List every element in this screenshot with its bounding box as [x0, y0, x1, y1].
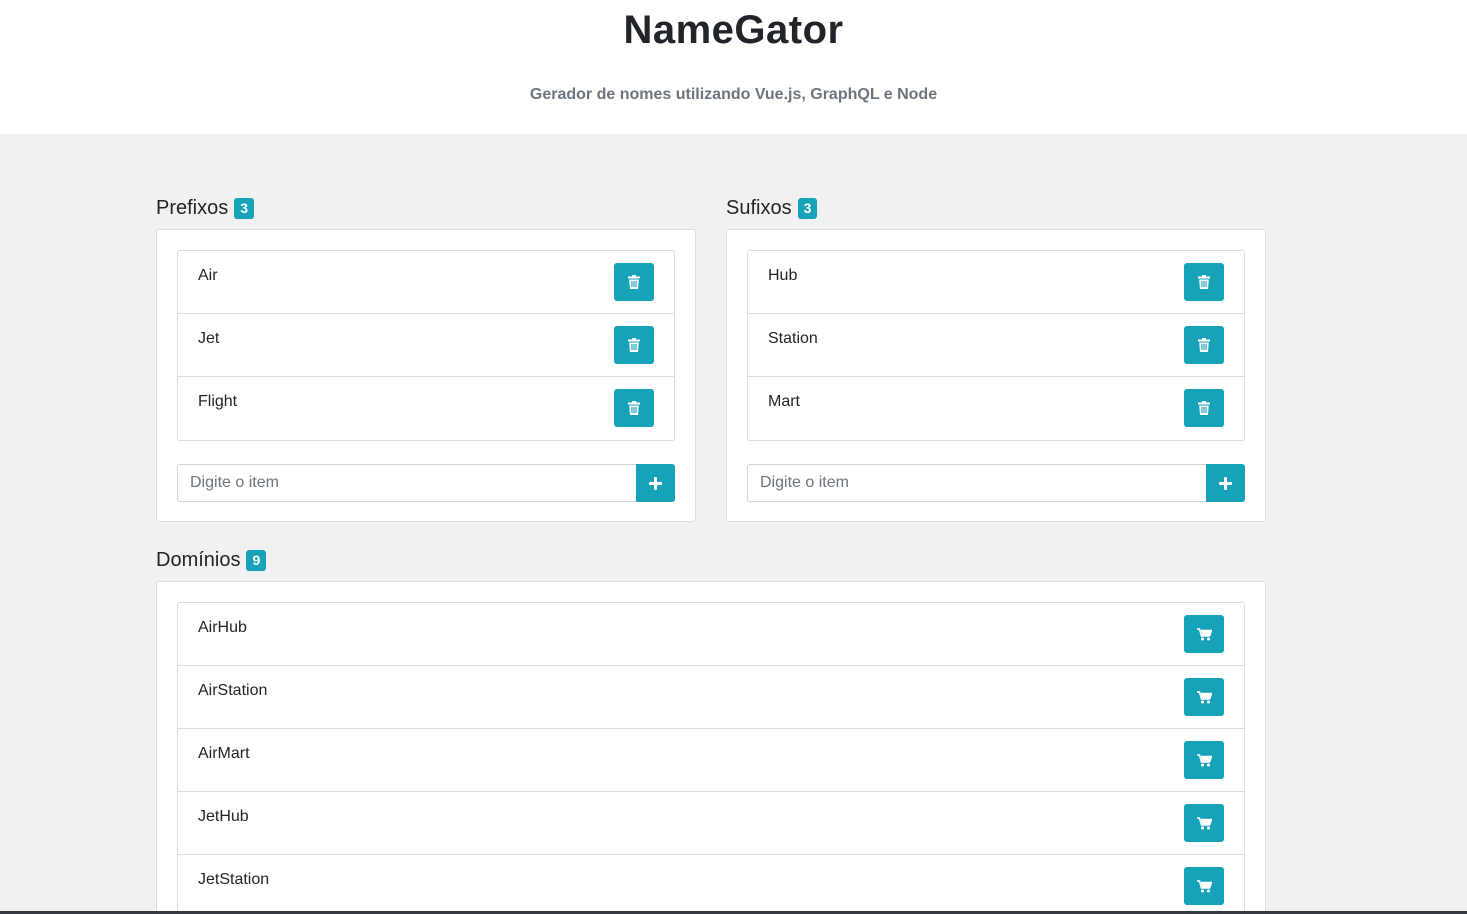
buy-domain-button[interactable] — [1184, 804, 1224, 842]
cart-icon — [1196, 816, 1212, 829]
delete-button[interactable] — [1184, 263, 1224, 301]
prefixes-list: Air Jet Flight — [177, 250, 675, 441]
delete-button[interactable] — [1184, 389, 1224, 427]
page-subtitle: Gerador de nomes utilizando Vue.js, Grap… — [529, 86, 938, 103]
domains-list: AirHub AirStation AirMart JetHub JetStat… — [177, 602, 1245, 914]
list-item: Station — [748, 314, 1244, 377]
domains-card: AirHub AirStation AirMart JetHub JetStat… — [156, 581, 1266, 914]
prefixes-card: Air Jet Flight — [156, 229, 696, 522]
domains-heading: Domínios 9 — [156, 547, 267, 573]
prefix-input[interactable] — [177, 464, 636, 502]
list-item: Flight — [178, 377, 674, 440]
trash-icon — [1198, 401, 1210, 415]
domains-count-badge: 9 — [246, 549, 267, 571]
cart-icon — [1196, 627, 1212, 640]
prefix-item-label: Flight — [198, 393, 238, 410]
suffix-item-label: Mart — [768, 393, 800, 410]
trash-icon — [1198, 275, 1210, 289]
domains-title: Domínios — [156, 548, 241, 571]
domain-item-label: JetStation — [198, 871, 270, 888]
cart-icon — [1196, 690, 1212, 703]
list-item: Mart — [748, 377, 1244, 440]
suffix-input-group — [747, 464, 1245, 502]
suffixes-title: Sufixos — [726, 196, 792, 219]
delete-button[interactable] — [614, 389, 654, 427]
prefixes-heading: Prefixos 3 — [156, 195, 255, 221]
page-header: NameGator Gerador de nomes utilizando Vu… — [0, 0, 1467, 134]
suffix-item-label: Station — [768, 330, 818, 347]
plus-icon — [1219, 476, 1232, 490]
prefix-item-label: Air — [198, 267, 218, 284]
suffixes-card: Hub Station Mart — [726, 229, 1266, 522]
list-item: AirHub — [178, 603, 1244, 666]
delete-button[interactable] — [614, 326, 654, 364]
domain-item-label: AirMart — [198, 745, 250, 762]
trash-icon — [628, 275, 640, 289]
list-item: JetHub — [178, 792, 1244, 855]
domain-item-label: AirStation — [198, 682, 268, 699]
trash-icon — [1198, 338, 1210, 352]
buy-domain-button[interactable] — [1184, 678, 1224, 716]
domain-item-label: AirHub — [198, 619, 247, 636]
prefix-item-label: Jet — [198, 330, 220, 347]
suffix-input[interactable] — [747, 464, 1206, 502]
suffixes-heading: Sufixos 3 — [726, 195, 818, 221]
prefixes-count-badge: 3 — [234, 197, 255, 219]
list-item: AirStation — [178, 666, 1244, 729]
delete-button[interactable] — [1184, 326, 1224, 364]
suffix-item-label: Hub — [768, 267, 798, 284]
buy-domain-button[interactable] — [1184, 615, 1224, 653]
list-item: Air — [178, 251, 674, 314]
list-item: JetStation — [178, 855, 1244, 914]
buy-domain-button[interactable] — [1184, 741, 1224, 779]
prefix-input-group — [177, 464, 675, 502]
suffixes-count-badge: 3 — [797, 197, 818, 219]
list-item: AirMart — [178, 729, 1244, 792]
trash-icon — [628, 401, 640, 415]
domain-item-label: JetHub — [198, 808, 249, 825]
cart-icon — [1196, 879, 1212, 892]
add-prefix-button[interactable] — [636, 464, 675, 502]
list-item: Jet — [178, 314, 674, 377]
add-suffix-button[interactable] — [1206, 464, 1245, 502]
prefixes-title: Prefixos — [156, 196, 229, 219]
buy-domain-button[interactable] — [1184, 867, 1224, 905]
plus-icon — [649, 476, 662, 490]
cart-icon — [1196, 753, 1212, 766]
page-title: NameGator — [623, 8, 844, 52]
list-item: Hub — [748, 251, 1244, 314]
delete-button[interactable] — [614, 263, 654, 301]
trash-icon — [628, 338, 640, 352]
suffixes-list: Hub Station Mart — [747, 250, 1245, 441]
